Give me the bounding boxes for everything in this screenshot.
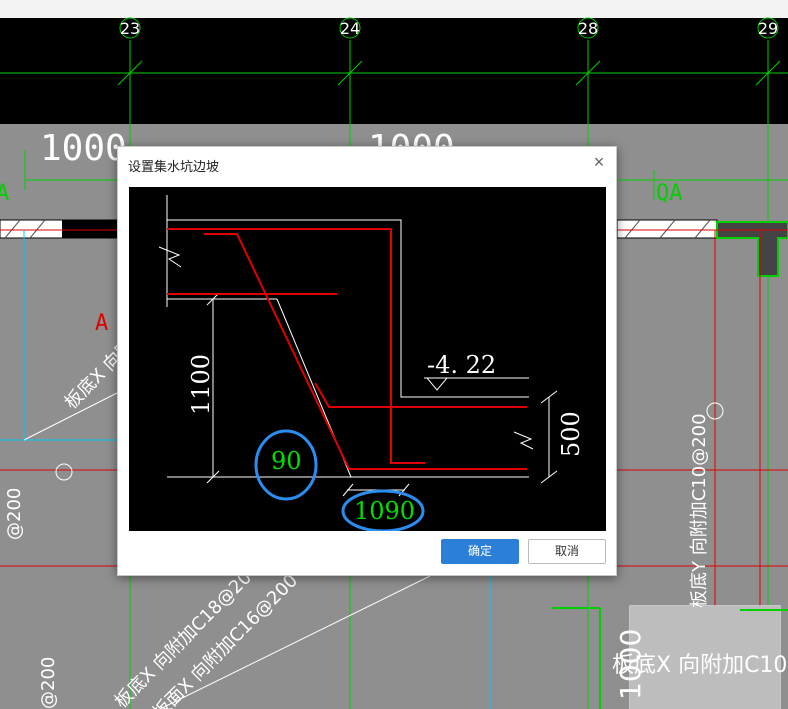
dialog-title: 设置集水坑边坡 [128, 160, 220, 175]
slope-width-value[interactable]: 1090 [354, 497, 415, 525]
rebar-label-2: 板底Y 向附加C10@200 [689, 413, 710, 608]
rebar-label-7: @200 [4, 488, 25, 540]
rebar-label-6: @200 [38, 657, 59, 709]
axis-label-24: 24 [340, 19, 360, 38]
section-label-qa: QA [656, 181, 683, 206]
cancel-button[interactable]: 取消 [528, 539, 606, 564]
white-diagonal-2 [159, 575, 431, 709]
axis-label-28: 28 [578, 19, 598, 38]
slab-dark-block [62, 220, 117, 238]
top-toolbar-strip [0, 0, 788, 18]
depth-dimension-label: 500 [557, 411, 585, 457]
confirm-button[interactable]: 确定 [441, 539, 519, 564]
rebar-label-8: 1000 [614, 629, 647, 700]
close-icon[interactable]: × [590, 153, 608, 171]
pit-slope-dialog: 设置集水坑边坡 × -4. 22 1100 500 90 1090 确定 取消 [117, 146, 617, 576]
height-dimension-label: 1100 [187, 354, 215, 415]
slope-angle-value[interactable]: 90 [271, 447, 302, 475]
elevation-label: -4. 22 [427, 351, 496, 379]
cad-circle-marker-1 [55, 463, 73, 481]
slope-preview-diagram: -4. 22 1100 500 90 1090 [129, 187, 606, 531]
axis-label-23: 23 [120, 19, 140, 38]
section-label-a-left: A [0, 181, 9, 206]
axis-header-band [0, 18, 788, 124]
dimension-label-left: 1000 [40, 128, 127, 169]
axis-label-29: 29 [758, 19, 778, 38]
section-label-a-red: A [95, 311, 108, 336]
